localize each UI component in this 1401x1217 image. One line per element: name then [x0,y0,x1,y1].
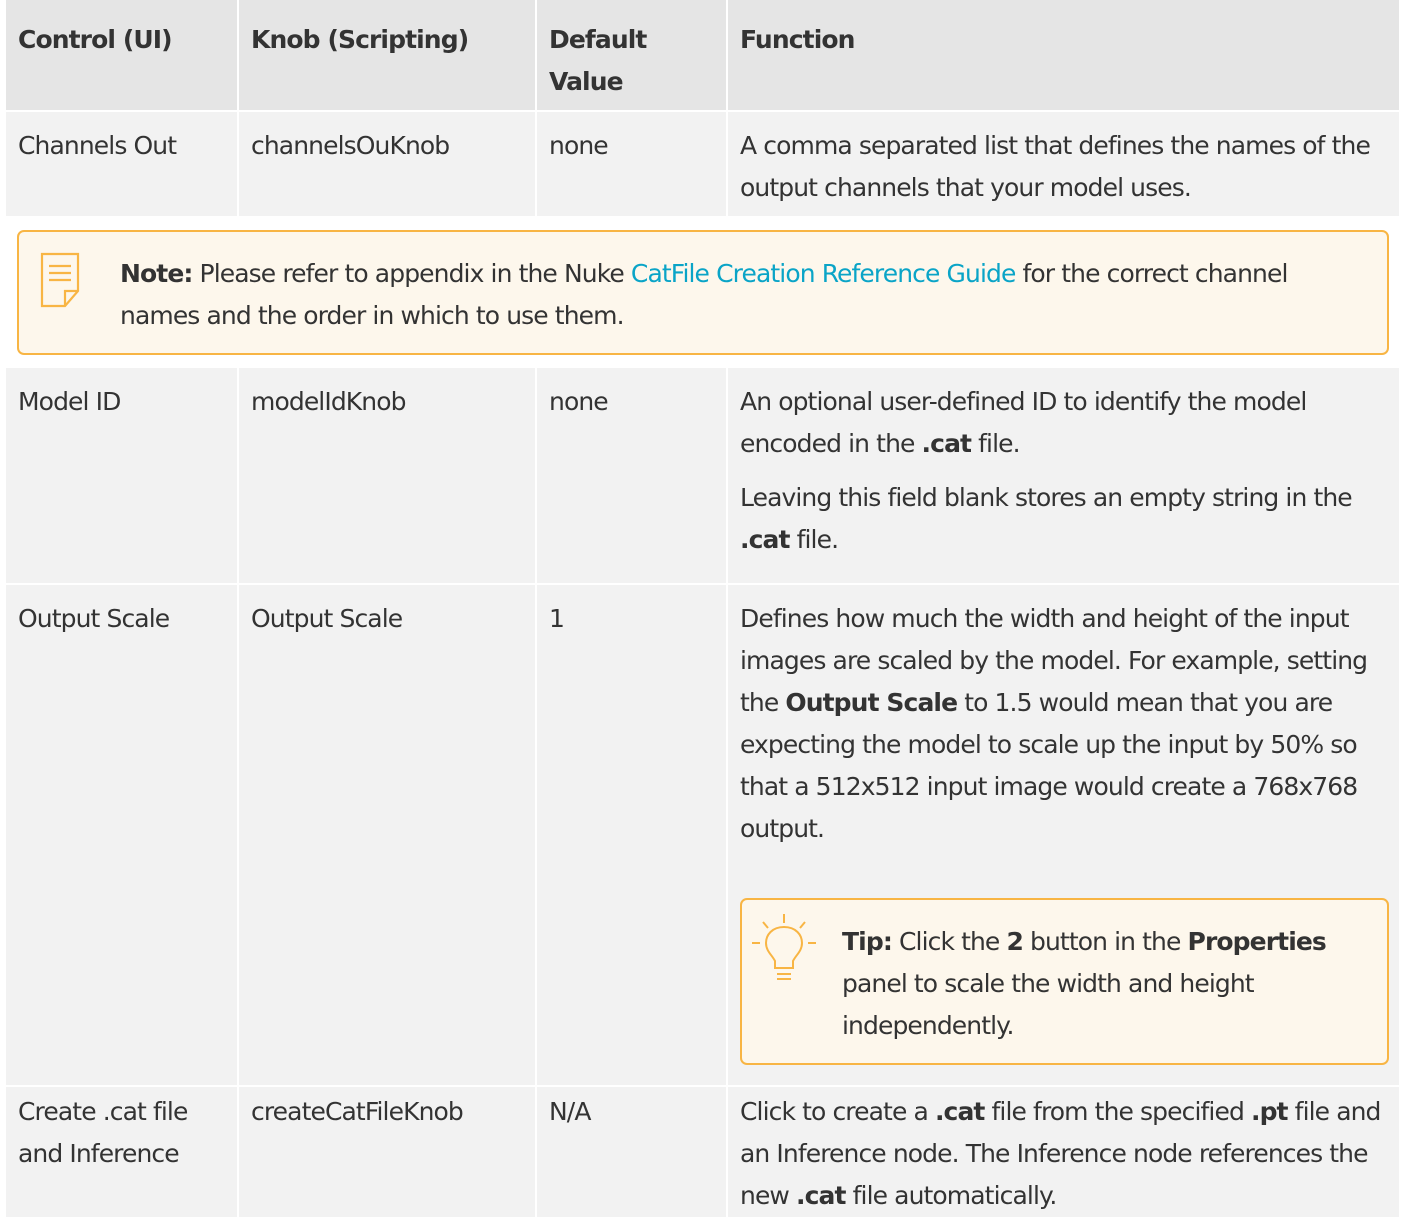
tip-text: Tip: Click the 2 button in the Propertie… [842,927,1327,1040]
cell-control: Output Scale [6,585,237,1085]
table-row: Model ID modelIdKnob none An optional us… [6,368,1399,583]
tip-label: Tip: [842,927,893,956]
note-callout: Note: Please refer to appendix in the Nu… [17,230,1389,355]
cell-default: none [537,112,726,216]
function-paragraph: Leaving this field blank stores an empty… [740,483,1353,554]
catfile-guide-link[interactable]: CatFile Creation Reference Guide [631,259,1016,288]
function-paragraph: An optional user-defined ID to identify … [740,387,1307,458]
cell-knob: Output Scale [239,585,535,1085]
cell-control: Create .cat file and Inference [6,1087,237,1217]
cell-function: An optional user-defined ID to identify … [728,368,1399,583]
table-row: Create .cat file and Inference createCat… [6,1087,1399,1217]
cell-function: Click to create a .cat file from the spe… [728,1087,1399,1217]
function-paragraph: Click to create a .cat file from the spe… [740,1097,1381,1210]
note-icon [39,251,81,309]
cell-default: 1 [537,585,726,1085]
header-control: Control (UI) [6,0,237,110]
cell-default: N/A [537,1087,726,1217]
cell-knob: channelsOuKnob [239,112,535,216]
lightbulb-icon [750,912,818,992]
cell-default: none [537,368,726,583]
table-row: Channels Out channelsOuKnob none A comma… [6,112,1399,216]
note-label: Note: [120,259,193,288]
tip-callout: Tip: Click the 2 button in the Propertie… [740,898,1389,1065]
header-function: Function [728,0,1399,110]
cell-control: Channels Out [6,112,237,216]
cell-knob: modelIdKnob [239,368,535,583]
cell-function: A comma separated list that defines the … [728,112,1399,216]
cell-control: Model ID [6,368,237,583]
cell-knob: createCatFileKnob [239,1087,535,1217]
note-text: Note: Please refer to appendix in the Nu… [120,259,1288,330]
function-paragraph: Defines how much the width and height of… [740,604,1368,843]
header-default: Default Value [537,0,726,110]
table-header-row: Control (UI) Knob (Scripting) Default Val… [6,0,1399,110]
header-knob: Knob (Scripting) [239,0,535,110]
